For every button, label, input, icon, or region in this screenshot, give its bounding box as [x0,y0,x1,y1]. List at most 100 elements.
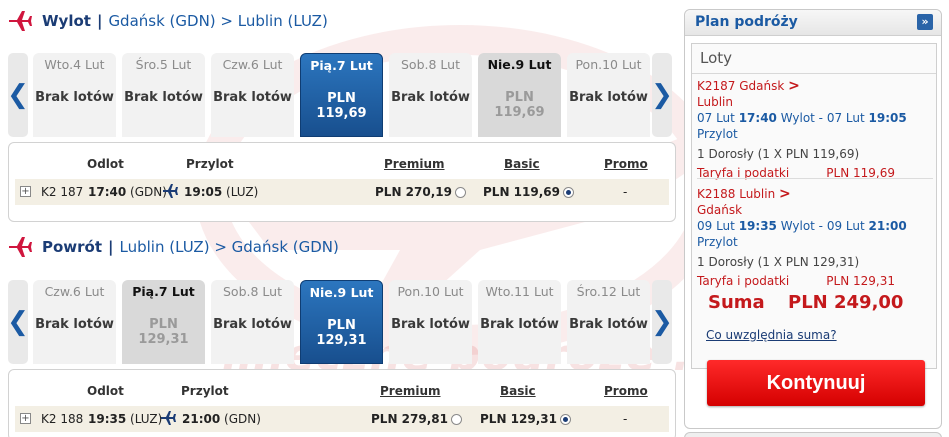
return-day[interactable]: Czw.6 Lut Brak lotów [33,280,116,364]
segment-passengers: 1 Dorosły (1 X PLN 119,69) [697,147,860,161]
table-header: Odlot Przylot Premium Basic Promo [9,143,675,177]
return-day[interactable]: Pią.7 Lut PLN 129,31 [122,280,205,364]
divider [697,178,933,179]
outbound-next-arrow[interactable]: ❯ [651,53,673,137]
segment-arrow: > [779,186,791,202]
outbound-prev-arrow[interactable]: ❮ [7,53,29,137]
segment-label-out: Wylot - [780,219,824,233]
expand-icon[interactable]: + [20,413,31,424]
segment-time-out: 19:35 [738,219,777,233]
outbound-day[interactable]: Sob.8 Lut Brak lotów [389,53,472,137]
segment-destination: Lublin [697,95,733,109]
outbound-day[interactable]: Wto.4 Lut Brak lotów [33,53,116,137]
summary-segment: K2188 Lublin > Gdańsk 09 Lut 19:35 Wylot… [697,186,933,289]
return-prev-arrow[interactable]: ❮ [7,280,29,364]
divider [692,73,936,74]
table-row: + K2 188 19:35 (LUZ) 21:00 (GDN) PLN 279… [15,406,669,432]
collapse-icon[interactable]: » [917,14,933,30]
return-flights-table: Odlot Przylot Premium Basic Promo + K2 1… [8,369,676,437]
outbound-day[interactable]: Śro.5 Lut Brak lotów [122,53,205,137]
day-date: Wto.4 Lut [44,57,105,72]
return-separator: | [108,238,114,256]
day-status: Brak lotów [213,317,292,332]
departure-time: 19:35 [88,412,127,426]
segment-tax-label: Taryfa i podatki [697,274,790,288]
chevron-right-icon: ❯ [651,80,673,110]
flights-summary: Loty K2187 Gdańsk > Lublin 07 Lut 17:40 … [691,43,937,369]
basic-price: PLN 119,69 [483,185,560,199]
day-date: Czw.6 Lut [222,57,283,72]
outbound-day-selected[interactable]: Pią.7 Lut PLN 119,69 [300,53,383,137]
basic-radio[interactable] [559,414,571,425]
return-day[interactable]: Sob.8 Lut Brak lotów [211,280,294,364]
premium-price: PLN 270,19 [375,185,452,199]
day-price: PLN 119,69 [316,91,367,121]
arrival-airport: (LUZ) [226,185,259,199]
outbound-day[interactable]: Nie.9 Lut PLN 119,69 [478,53,561,137]
day-status: Brak lotów [35,90,114,105]
day-date: Czw.6 Lut [44,284,105,299]
basic-fare: PLN 129,31 [480,412,571,426]
arrival: 21:00 (GDN) [182,412,261,426]
col-depart: Odlot [87,384,124,398]
premium-fare: PLN 279,81 [371,412,462,426]
plane-icon [163,184,178,198]
segment-tax-value: PLN 129,31 [826,274,895,288]
day-price: PLN 119,69 [494,90,545,120]
flight-number: K2 187 [41,185,84,199]
return-header: Powrót | Lublin (LUZ) > Gdańsk (GDN) [8,234,339,260]
basic-fare: PLN 119,69 [483,185,574,199]
chevron-left-icon: ❮ [7,307,29,337]
segment-times: 07 Lut 17:40 Wylot - 07 Lut 19:05 Przylo… [697,110,933,142]
return-day[interactable]: Śro.12 Lut Brak lotów [567,280,650,364]
segment-date-out: 07 Lut [697,111,735,125]
day-status: Brak lotów [569,317,648,332]
return-date-carousel: ❮ Czw.6 Lut Brak lotów Pią.7 Lut PLN 129… [7,280,674,364]
flight-number: K2 188 [41,412,84,426]
premium-price: PLN 279,81 [371,412,448,426]
return-day[interactable]: Wto.11 Lut Brak lotów [478,280,561,364]
table-row: + K2 187 17:40 (GDN) 19:05 (LUZ) PLN 270… [15,179,669,205]
expand-icon[interactable]: + [20,186,31,197]
return-route: Lublin (LUZ) > Gdańsk (GDN) [119,238,339,256]
outbound-day[interactable]: Pon.10 Lut Brak lotów [567,53,650,137]
segment-label-in: Przylot [697,235,738,249]
return-next-arrow[interactable]: ❯ [651,280,673,364]
segment-code: K2187 Gdańsk [697,79,785,93]
basic-radio[interactable] [562,187,574,198]
day-date: Pią.7 Lut [132,284,195,299]
outbound-title: Wylot [42,12,91,30]
departure: 19:35 (LUZ) [88,412,162,426]
premium-radio[interactable] [450,414,462,425]
day-status: Brak lotów [391,90,470,105]
return-day-selected[interactable]: Nie.9 Lut PLN 129,31 [300,280,383,364]
total-label: Suma [708,292,765,313]
premium-radio[interactable] [454,187,466,198]
segment-date-in: 07 Lut [826,111,865,125]
flights-summary-title: Loty [700,49,733,67]
outbound-route: Gdańsk (GDN) > Lublin (LUZ) [108,12,328,30]
segment-time-in: 21:00 [868,219,907,233]
col-premium[interactable]: Premium [380,384,441,398]
col-premium[interactable]: Premium [384,157,445,171]
outbound-day[interactable]: Czw.6 Lut Brak lotów [211,53,294,137]
segment-passengers: 1 Dorosły (1 X PLN 129,31) [697,255,860,269]
chevron-right-icon: ❯ [651,307,673,337]
col-basic[interactable]: Basic [504,157,540,171]
segment-label-out: Wylot - [780,111,824,125]
day-date: Sob.8 Lut [401,57,460,72]
day-date: Nie.9 Lut [309,285,374,300]
day-date: Pon.10 Lut [575,57,642,72]
col-promo[interactable]: Promo [604,384,648,398]
total-info-link[interactable]: Co uwzględnia suma? [706,328,837,342]
outbound-separator: | [96,12,103,30]
day-date: Śro.12 Lut [576,284,641,299]
day-date: Nie.9 Lut [487,57,552,72]
return-day[interactable]: Pon.10 Lut Brak lotów [389,280,472,364]
day-status: Brak lotów [35,317,114,332]
segment-tax-line: Taryfa i podatki PLN 129,31 [697,273,933,289]
secondary-panel [684,432,942,437]
col-basic[interactable]: Basic [500,384,536,398]
col-promo[interactable]: Promo [604,157,648,171]
continue-button[interactable]: Kontynuuj [707,360,925,406]
